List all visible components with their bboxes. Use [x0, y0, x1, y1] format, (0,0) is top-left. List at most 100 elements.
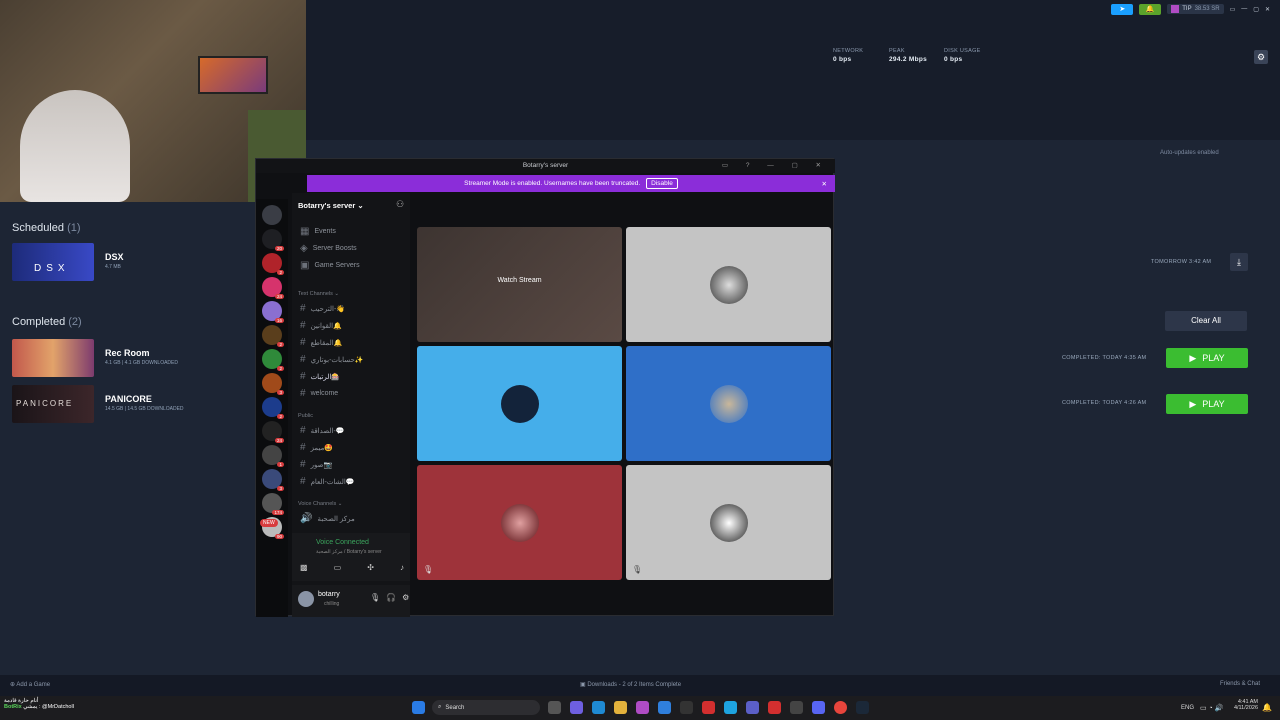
server-icon[interactable]: [262, 205, 282, 225]
channel-item[interactable]: # القوانين🔔: [300, 320, 342, 331]
streamer-mode-banner: Streamer Mode is enabled. Usernames have…: [307, 175, 835, 192]
channel-item[interactable]: # المقاطع🔔: [300, 337, 342, 348]
channel-item[interactable]: # الترحيب-👋: [300, 303, 345, 314]
channel-item[interactable]: # صور📷: [300, 459, 332, 470]
downloads-status[interactable]: ▣ Downloads - 2 of 2 Items Complete: [580, 681, 681, 688]
gamepad-icon: ▣: [300, 260, 310, 271]
maximize-icon[interactable]: ▢: [1253, 6, 1259, 13]
game-name: DSX: [105, 252, 124, 262]
chrome-icon[interactable]: [834, 701, 847, 714]
language-indicator[interactable]: ENG: [1181, 705, 1194, 711]
public-category[interactable]: Public: [298, 413, 313, 419]
settings-gear-icon[interactable]: ⚙: [1254, 50, 1268, 64]
friends-chat-button[interactable]: Friends & Chat: [1220, 681, 1260, 687]
channel-item[interactable]: # الرتبات🎰: [300, 371, 340, 382]
server-name[interactable]: Botarry's server ⌄: [298, 201, 364, 210]
server-icon[interactable]: 3: [262, 469, 284, 491]
events-item[interactable]: ▦ Events: [300, 226, 336, 237]
big-picture-icon[interactable]: ▭: [1230, 6, 1236, 13]
windows-start-icon[interactable]: [412, 701, 425, 714]
server-boosts-item[interactable]: ◈ Server Boosts: [300, 243, 357, 254]
app-icon[interactable]: [724, 701, 737, 714]
server-icon[interactable]: 3: [262, 373, 284, 395]
invite-icon[interactable]: ⚇: [396, 199, 404, 210]
participant-tile[interactable]: 🎙: [417, 465, 622, 580]
channel-item[interactable]: # الشات-العام💬: [300, 476, 355, 487]
stream-tile[interactable]: Watch Stream: [417, 227, 622, 342]
participant-tile[interactable]: [626, 227, 831, 342]
server-icon[interactable]: 24: [262, 277, 284, 299]
avatar: [709, 503, 748, 542]
teams-icon[interactable]: [746, 701, 759, 714]
avatar[interactable]: [298, 591, 314, 607]
participant-tile[interactable]: 🎙: [626, 465, 831, 580]
person-silhouette: [20, 90, 130, 202]
avatar: [500, 384, 539, 423]
server-icon[interactable]: 16: [262, 301, 284, 323]
participant-tile[interactable]: [626, 346, 831, 461]
microphone-icon[interactable]: 🎙: [370, 593, 380, 602]
participant-tile[interactable]: [417, 346, 622, 461]
app-icon[interactable]: [636, 701, 649, 714]
gear-icon[interactable]: ⚙: [402, 593, 409, 602]
minimize-icon[interactable]: —: [1241, 6, 1247, 12]
activities-icon[interactable]: ✣: [367, 563, 374, 572]
disable-button[interactable]: Disable: [646, 178, 678, 189]
server-icon[interactable]: 1: [262, 445, 284, 467]
camera-off-icon[interactable]: ▩: [300, 563, 308, 572]
app-icon[interactable]: [790, 701, 803, 714]
channel-item[interactable]: # welcome: [300, 388, 338, 399]
game-servers-item[interactable]: ▣ Game Servers: [300, 260, 360, 271]
server-icon[interactable]: 20: [262, 229, 284, 251]
steam-title-controls: ➤ 🔔 TIP 38.53 SR ▭ — ▢ ✕: [1111, 3, 1270, 15]
play-button[interactable]: ▶ PLAY: [1166, 394, 1248, 414]
watch-stream-label: Watch Stream: [497, 277, 542, 284]
download-graph-area: [306, 0, 1280, 140]
add-game-button[interactable]: ⊕ Add a Game: [10, 681, 50, 688]
mail-icon[interactable]: [658, 701, 671, 714]
server-icon[interactable]: 174: [262, 493, 284, 515]
discord-icon[interactable]: [812, 701, 825, 714]
window-controls[interactable]: ▭ ? — ▢ ✕: [722, 159, 829, 173]
steam-icon[interactable]: [856, 701, 869, 714]
app-icon[interactable]: [680, 701, 693, 714]
youtube-icon[interactable]: [702, 701, 715, 714]
play-icon: ▶: [1189, 398, 1197, 409]
server-icon[interactable]: 24: [262, 421, 284, 443]
game-thumbnail: DSX: [12, 243, 94, 281]
notification-bell-icon[interactable]: 🔔: [1139, 3, 1162, 15]
edge-icon[interactable]: [592, 701, 605, 714]
close-banner-icon[interactable]: ✕: [822, 180, 827, 188]
clock[interactable]: 4:41 AM 4/11/2026: [1228, 699, 1258, 711]
tray-icons[interactable]: ▭ ◔ 🔊: [1200, 704, 1223, 712]
server-icon[interactable]: 2: [262, 349, 284, 371]
download-icon[interactable]: ⤓: [1230, 253, 1248, 271]
notification-bell-icon[interactable]: 🔔: [1262, 703, 1272, 712]
screen-share-icon[interactable]: ▭: [334, 563, 342, 572]
youtube-icon[interactable]: [768, 701, 781, 714]
taskbar-search[interactable]: ⌕ Search: [432, 700, 540, 715]
file-explorer-icon[interactable]: [614, 701, 627, 714]
close-icon[interactable]: ✕: [1265, 6, 1270, 13]
channel-item[interactable]: # الصداقة-💬: [300, 425, 344, 436]
channel-item[interactable]: # حسابات-بوتاري✨: [300, 354, 364, 365]
wallet-balance[interactable]: TIP 38.53 SR: [1167, 4, 1224, 14]
announcement-icon[interactable]: ➤: [1111, 3, 1134, 15]
server-icon[interactable]: 2: [262, 325, 284, 347]
task-view-icon[interactable]: [548, 701, 561, 714]
completed-status: COMPLETED: TODAY 4:35 AM: [1062, 355, 1147, 361]
play-button[interactable]: ▶ PLAY: [1166, 348, 1248, 368]
copilot-icon[interactable]: [570, 701, 583, 714]
clear-all-button[interactable]: Clear All: [1165, 311, 1247, 331]
search-icon: ⌕: [438, 704, 442, 710]
network-stat: NETWORK 0 bps: [833, 48, 864, 63]
server-icon[interactable]: 2: [262, 253, 284, 275]
headphones-icon[interactable]: 🎧: [386, 593, 396, 602]
voice-channel-item[interactable]: 🔊 مركز الصحبة: [300, 513, 355, 524]
server-icon[interactable]: 2: [262, 397, 284, 419]
channel-item[interactable]: # ميمز🤩: [300, 442, 333, 453]
avatar: [709, 265, 748, 304]
soundboard-icon[interactable]: ♪: [400, 563, 404, 572]
voice-channels-category[interactable]: Voice Channels ⌄: [298, 501, 342, 507]
text-channels-category[interactable]: Text Channels ⌄: [298, 291, 339, 297]
